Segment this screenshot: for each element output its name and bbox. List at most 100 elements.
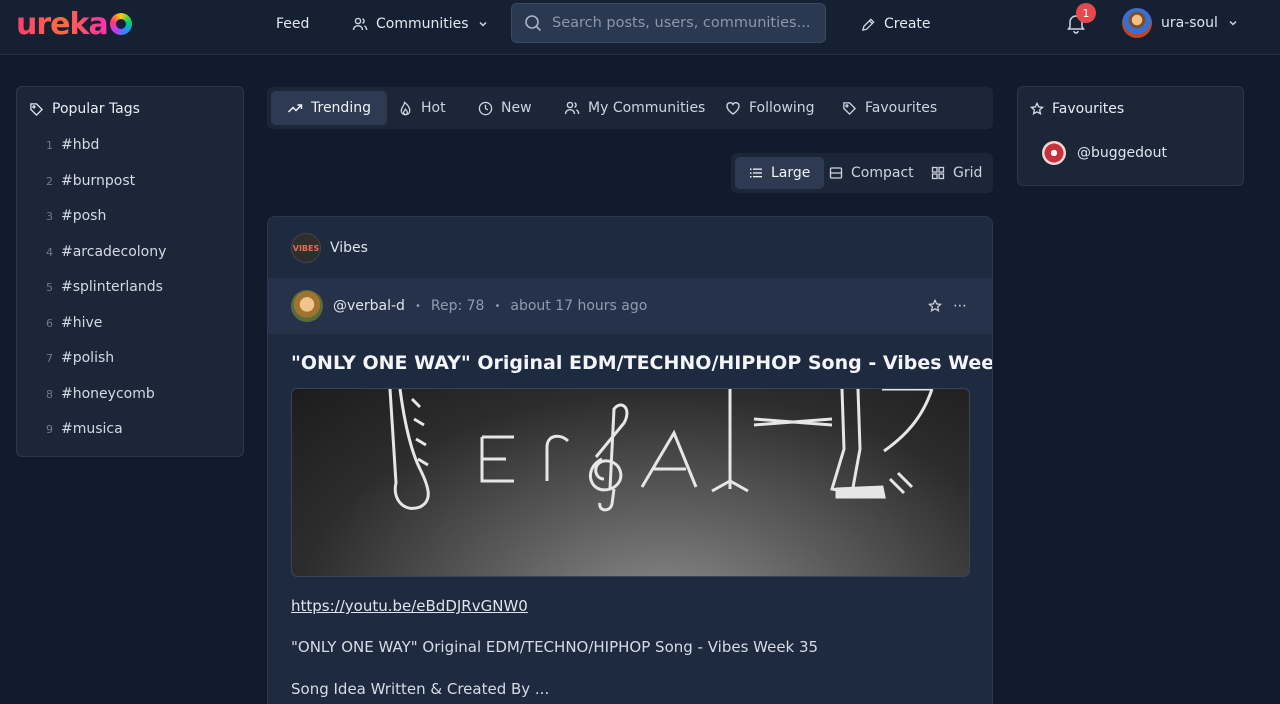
tag-rank: 1 xyxy=(46,139,53,152)
view-grid-button[interactable]: Grid xyxy=(917,157,996,189)
tab-hot[interactable]: Hot xyxy=(382,91,462,125)
tag-icon xyxy=(842,101,857,116)
tag-item[interactable]: 8 #honeycomb xyxy=(45,386,155,402)
grid-icon xyxy=(931,166,945,180)
post-thumbnail-image[interactable] xyxy=(291,388,970,577)
tag-label: #musica xyxy=(61,421,123,437)
tag-item[interactable]: 3 #posh xyxy=(45,208,106,224)
search-input[interactable] xyxy=(552,15,812,31)
post-community[interactable]: VIBES Vibes xyxy=(291,233,368,263)
search-icon xyxy=(524,14,542,32)
tab-favourites-label: Favourites xyxy=(865,100,938,116)
tab-following[interactable]: Following xyxy=(709,91,831,125)
nav-create-label: Create xyxy=(884,16,931,32)
search-bar[interactable] xyxy=(511,3,826,43)
tag-label: #polish xyxy=(61,350,115,366)
tag-item[interactable]: 7 #polish xyxy=(45,350,114,366)
popular-tags-header: Popular Tags xyxy=(29,101,140,117)
post-youtube-link[interactable]: https://youtu.be/eBdDJRvGNW0 xyxy=(291,597,528,615)
favourite-avatar xyxy=(1042,141,1066,165)
view-compact-button[interactable]: Compact xyxy=(815,157,928,189)
nav-communities-dropdown[interactable]: Communities xyxy=(352,14,489,34)
author-avatar[interactable] xyxy=(291,290,323,322)
tab-favourites[interactable]: Favourites xyxy=(826,91,953,125)
heart-icon xyxy=(725,100,741,116)
ureka-logo[interactable]: ureka xyxy=(16,6,132,42)
view-mode-switcher: Large Compact Grid xyxy=(731,153,993,193)
tag-rank: 3 xyxy=(46,210,53,223)
tag-rank: 5 xyxy=(46,281,53,294)
author-name[interactable]: @verbal-d xyxy=(333,298,405,314)
community-name: Vibes xyxy=(330,240,368,256)
view-large-label: Large xyxy=(771,165,811,181)
view-compact-label: Compact xyxy=(851,165,914,181)
notification-count-badge: 1 xyxy=(1076,3,1096,23)
tag-rank: 7 xyxy=(46,352,53,365)
username-label: ura-soul xyxy=(1161,15,1218,31)
view-grid-label: Grid xyxy=(953,165,983,181)
users-icon xyxy=(352,16,368,32)
users-icon xyxy=(564,100,580,116)
list-icon xyxy=(749,166,763,180)
tab-trending[interactable]: Trending xyxy=(271,91,387,125)
tag-rank: 9 xyxy=(46,423,53,436)
popular-tags-panel: Popular Tags 1 #hbd 2 #burnpost 3 #posh 4 #arca… xyxy=(16,86,244,457)
post-author-info: @verbal-d • Rep: 78 • about 17 hours ago xyxy=(291,290,647,322)
favourites-title: Favourites xyxy=(1052,101,1125,117)
tag-rank: 6 xyxy=(46,317,53,330)
community-logo-text: VIBES xyxy=(292,243,320,253)
user-menu[interactable]: ura-soul xyxy=(1122,8,1239,38)
user-avatar xyxy=(1122,8,1152,38)
tag-item[interactable]: 1 #hbd xyxy=(45,137,99,153)
favourites-panel: Favourites @buggedout xyxy=(1017,86,1244,186)
feed-tabs: Trending Hot New My Communities Followin… xyxy=(267,87,993,129)
chevron-down-icon xyxy=(1227,17,1239,29)
post-time: about 17 hours ago xyxy=(510,298,648,314)
tab-new[interactable]: New xyxy=(462,91,548,125)
chevron-down-icon xyxy=(477,18,489,30)
clock-icon xyxy=(478,101,493,116)
post-author-bar: @verbal-d • Rep: 78 • about 17 hours ago… xyxy=(268,278,992,334)
more-options-icon[interactable]: ⋯ xyxy=(953,298,968,314)
nav-feed-link[interactable]: Feed xyxy=(276,14,309,34)
tag-item[interactable]: 5 #splinterlands xyxy=(45,279,163,295)
community-logo: VIBES xyxy=(291,233,321,263)
tag-icon xyxy=(29,102,44,117)
favourites-header: Favourites xyxy=(1030,101,1124,117)
pen-icon xyxy=(861,17,876,32)
nav-create-link[interactable]: Create xyxy=(861,14,931,34)
tag-label: #hbd xyxy=(61,137,100,153)
trending-up-icon xyxy=(287,100,303,116)
author-rep: Rep: 78 xyxy=(430,298,485,314)
tag-item[interactable]: 6 #hive xyxy=(45,315,102,331)
post-title[interactable]: "ONLY ONE WAY" Original EDM/TECHNO/HIPHO… xyxy=(291,352,992,374)
tag-item[interactable]: 2 #burnpost xyxy=(45,173,135,189)
top-navbar: ureka Feed Communities Create 1 ura-soul xyxy=(0,0,1280,55)
tag-rank: 8 xyxy=(46,388,53,401)
tag-label: #posh xyxy=(61,208,107,224)
tag-label: #hive xyxy=(61,315,103,331)
view-large-button[interactable]: Large xyxy=(735,157,825,189)
tag-label: #honeycomb xyxy=(61,386,155,402)
tag-item[interactable]: 4 #arcadecolony xyxy=(45,244,166,260)
tag-item[interactable]: 9 #musica xyxy=(45,421,123,437)
tag-label: #splinterlands xyxy=(61,279,163,295)
tab-following-label: Following xyxy=(749,100,815,116)
popular-tags-title: Popular Tags xyxy=(52,101,140,117)
tab-trending-label: Trending xyxy=(311,100,371,116)
tag-rank: 2 xyxy=(46,175,53,188)
nav-communities-label: Communities xyxy=(376,16,469,32)
favourite-name: @buggedout xyxy=(1077,145,1167,161)
tab-new-label: New xyxy=(501,100,532,116)
tab-hot-label: Hot xyxy=(421,100,446,116)
compact-view-icon xyxy=(829,166,843,180)
favourite-item[interactable]: @buggedout xyxy=(1042,141,1167,165)
tab-my-communities-label: My Communities xyxy=(588,100,706,116)
tag-rank: 4 xyxy=(46,246,53,259)
post-paragraph: "ONLY ONE WAY" Original EDM/TECHNO/HIPHO… xyxy=(291,638,819,656)
tab-my-communities[interactable]: My Communities xyxy=(548,91,721,125)
favourite-star-icon[interactable] xyxy=(928,299,942,313)
post-paragraph: Song Idea Written & Created By ... xyxy=(291,680,550,698)
logo-text: ureka xyxy=(16,6,109,42)
logo-swirl-icon xyxy=(109,13,132,35)
